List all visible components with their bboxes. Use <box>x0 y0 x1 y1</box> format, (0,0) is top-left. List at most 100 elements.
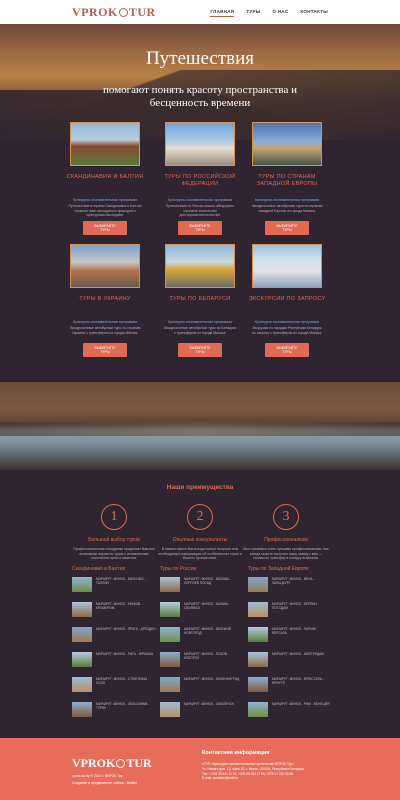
list-thumb[interactable] <box>160 677 180 692</box>
tour-program: Культурно-познавательная программа <box>167 320 233 324</box>
list-caption[interactable]: МАРШРУТ: МИНСК - ХЕЛЬСИНКИ - ТУРКУ <box>96 702 156 710</box>
tour-program: Культурно-познавательная программа <box>72 320 138 324</box>
tour-card: ТУРЫ ПО СТРАНАМ ЗАПАДНОЙ ЕВРОПЫ Культурн… <box>246 122 328 236</box>
list-item[interactable]: МАРШРУТ: МИНСК - ХЕЛЬСИНКИ - ТУРКУ <box>72 702 156 727</box>
list-item[interactable]: МАРШРУТ: МИНСК - СМОЛЕНСК <box>160 702 244 727</box>
contacts-heading: Контактная информация <box>202 750 270 756</box>
list-caption[interactable]: МАРШРУТ: МИНСК - СМОЛЕНСК <box>184 702 234 706</box>
list-heading[interactable]: Туры по Западной Европе <box>248 566 332 572</box>
tour-image[interactable] <box>252 122 322 166</box>
footer-logo-text-left: VPROK <box>72 756 116 770</box>
list-thumb[interactable] <box>248 627 268 642</box>
list-caption[interactable]: МАРШРУТ: МИНСК - ВЕЛИКИЙ НОВГОРОД <box>184 627 244 635</box>
list-caption[interactable]: МАРШРУТ: МИНСК - КАЛИНИНГРАД <box>184 677 239 681</box>
list-caption[interactable]: МАРШРУТ: МИНСК - БРЮССЕЛЬ - БРЮГГЕ <box>272 677 332 685</box>
footer-logo-text-right: TUR <box>126 756 152 770</box>
list-thumb[interactable] <box>248 677 268 692</box>
list-item[interactable]: МАРШРУТ: МИНСК - ПРАГА - ДРЕЗДЕН <box>72 627 156 652</box>
logo-text-left: VPROK <box>72 4 118 19</box>
list-item[interactable]: МАРШРУТ: МИНСК - ВЕЛИКИЙ НОВГОРОД <box>160 627 244 652</box>
tour-description: Экскурсионные автобусные туры по странам… <box>69 326 141 335</box>
tour-program: Культурно-познавательная программа <box>167 198 233 202</box>
nav-home[interactable]: ГЛАВНАЯ <box>210 7 235 17</box>
list-caption[interactable]: МАРШРУТ: МИНСК - РИГА - ЮРМАЛА <box>96 652 153 656</box>
list-caption[interactable]: МАРШРУТ: МИНСК - ПАРИЖ - ВЕРСАЛЬ <box>272 627 332 635</box>
list-item[interactable]: МАРШРУТ: МИНСК - ВЕНА - ЗАЛЬЦБУРГ <box>248 577 332 602</box>
list-thumb[interactable] <box>160 652 180 667</box>
list-item[interactable]: МАРШРУТ: МИНСК - ПАРИЖ - ВЕРСАЛЬ <box>248 627 332 652</box>
list-thumb[interactable] <box>248 702 268 717</box>
tour-title[interactable]: ТУРЫ ПО БЕЛАРУСИ <box>159 296 241 318</box>
tour-title[interactable]: ТУРЫ ПО РОССИЙСКОЙ ФЕДЕРАЦИИ <box>159 174 241 196</box>
list-thumb[interactable] <box>160 602 180 617</box>
list-item[interactable]: МАРШРУТ: МИНСК - АМСТЕРДАМ <box>248 652 332 677</box>
tour-image[interactable] <box>165 244 235 288</box>
list-caption[interactable]: МАРШРУТ: МИНСК - ПРАГА - ДРЕЗДЕН <box>96 627 156 631</box>
list-item[interactable]: МАРШРУТ: МИНСК - МОСКВА - СЕРГИЕВ ПОСАД <box>160 577 244 602</box>
list-caption[interactable]: МАРШРУТ: МИНСК - БЕРЛИН - ПОТСДАМ <box>272 602 332 610</box>
nav-about[interactable]: О НАС <box>272 7 288 17</box>
list-thumb[interactable] <box>248 652 268 667</box>
list-caption[interactable]: МАРШРУТ: МИНСК - МОСКВА - СЕРГИЕВ ПОСАД <box>184 577 244 585</box>
list-item[interactable]: МАРШРУТ: МИНСК - ВИЛЬНЮС - ТАЛЛИН <box>72 577 156 602</box>
list-item[interactable]: МАРШРУТ: МИНСК - БРЮССЕЛЬ - БРЮГГЕ <box>248 677 332 702</box>
choose-tours-button[interactable]: ВЫБИРАЙТЕ ТУРЫ <box>265 343 309 357</box>
advantage-name: Профессионализм <box>264 537 308 543</box>
list-thumb[interactable] <box>72 652 92 667</box>
list-thumb[interactable] <box>72 702 92 717</box>
site-logo[interactable]: VPROK TUR <box>72 5 156 20</box>
list-thumb[interactable] <box>160 702 180 717</box>
tour-image[interactable] <box>70 122 140 166</box>
list-thumb[interactable] <box>72 627 92 642</box>
tour-image[interactable] <box>252 244 322 288</box>
footer-logo[interactable]: VPROK TUR <box>72 756 152 771</box>
list-thumb[interactable] <box>160 627 180 642</box>
list-thumb[interactable] <box>72 577 92 592</box>
choose-tours-button[interactable]: ВЫБИРАЙТЕ ТУРЫ <box>83 221 127 235</box>
tour-card: СКАНДИНАВИЯ И БАЛТИЯ Культурно-познавате… <box>64 122 146 236</box>
advantage-item: 3 Профессионализм Мы стремимся стать луч… <box>242 504 330 561</box>
list-caption[interactable]: МАРШРУТ: МИНСК - КРАКОВ - КРОМЕРИЖ <box>96 602 156 610</box>
tour-title[interactable]: ЭКСКУРСИИ ПО ЗАПРОСУ <box>246 296 328 318</box>
landscape-photo-band <box>0 382 400 470</box>
tour-image[interactable] <box>70 244 140 288</box>
list-item[interactable]: МАРШРУТ: МИНСК - БЕРЛИН - ПОТСДАМ <box>248 602 332 627</box>
tour-title[interactable]: ТУРЫ ПО СТРАНАМ ЗАПАДНОЙ ЕВРОПЫ <box>246 174 328 196</box>
contact-email[interactable]: E-mail: vprokbur@mail.ru <box>202 776 342 781</box>
list-item[interactable]: МАРШРУТ: МИНСК - КАЗАНЬ - СВИЯЖСК <box>160 602 244 627</box>
footer-made-by[interactable]: Создание и продвижение сайтов - BelBel <box>72 781 137 785</box>
list-item[interactable]: МАРШРУТ: МИНСК - СТОКГОЛЬМ - ОСЛО <box>72 677 156 702</box>
list-caption[interactable]: МАРШРУТ: МИНСК - ВЕНА - ЗАЛЬЦБУРГ <box>272 577 332 585</box>
list-item[interactable]: МАРШРУТ: МИНСК - РИГА - ЮРМАЛА <box>72 652 156 677</box>
list-thumb[interactable] <box>160 577 180 592</box>
list-caption[interactable]: МАРШРУТ: МИНСК - СТОКГОЛЬМ - ОСЛО <box>96 677 156 685</box>
nav-contacts[interactable]: КОНТАКТЫ <box>300 7 328 17</box>
list-item[interactable]: МАРШРУТ: МИНСК - ПСКОВ - ИЗБОРСК <box>160 652 244 677</box>
list-caption[interactable]: МАРШРУТ: МИНСК - ВИЛЬНЮС - ТАЛЛИН <box>96 577 156 585</box>
logo-text-right: TUR <box>128 4 156 19</box>
list-thumb[interactable] <box>72 677 92 692</box>
tour-card: ТУРЫ ПО БЕЛАРУСИ Культурно-познавательна… <box>159 244 241 358</box>
tour-image[interactable] <box>165 122 235 166</box>
list-thumb[interactable] <box>248 602 268 617</box>
list-caption[interactable]: МАРШРУТ: МИНСК - РИМ - ВЕНЕЦИЯ <box>272 702 329 706</box>
list-caption[interactable]: МАРШРУТ: МИНСК - КАЗАНЬ - СВИЯЖСК <box>184 602 244 610</box>
list-thumb[interactable] <box>248 577 268 592</box>
list-thumb[interactable] <box>72 602 92 617</box>
choose-tours-button[interactable]: ВЫБИРАЙТЕ ТУРЫ <box>178 221 222 235</box>
hero-subtitle: помогают понять красоту пространства и б… <box>103 84 297 109</box>
choose-tours-button[interactable]: ВЫБИРАЙТЕ ТУРЫ <box>178 343 222 357</box>
list-caption[interactable]: МАРШРУТ: МИНСК - ПСКОВ - ИЗБОРСК <box>184 652 244 660</box>
list-caption[interactable]: МАРШРУТ: МИНСК - АМСТЕРДАМ <box>272 652 324 656</box>
list-heading[interactable]: Скандинавия и Балтия <box>72 566 156 572</box>
list-item[interactable]: МАРШРУТ: МИНСК - РИМ - ВЕНЕЦИЯ <box>248 702 332 727</box>
list-item[interactable]: МАРШРУТ: МИНСК - КРАКОВ - КРОМЕРИЖ <box>72 602 156 627</box>
tour-card: ЭКСКУРСИИ ПО ЗАПРОСУ Культурно-познавате… <box>246 244 328 358</box>
list-item[interactable]: МАРШРУТ: МИНСК - КАЛИНИНГРАД <box>160 677 244 702</box>
choose-tours-button[interactable]: ВЫБИРАЙТЕ ТУРЫ <box>265 221 309 235</box>
nav-tours[interactable]: ТУРЫ <box>246 7 260 17</box>
list-heading[interactable]: Туры по России <box>160 566 244 572</box>
tour-title[interactable]: ТУРЫ В УКРАИНУ <box>64 296 146 318</box>
tour-title[interactable]: СКАНДИНАВИЯ И БАЛТИЯ <box>64 174 146 196</box>
choose-tours-button[interactable]: ВЫБИРАЙТЕ ТУРЫ <box>83 343 127 357</box>
